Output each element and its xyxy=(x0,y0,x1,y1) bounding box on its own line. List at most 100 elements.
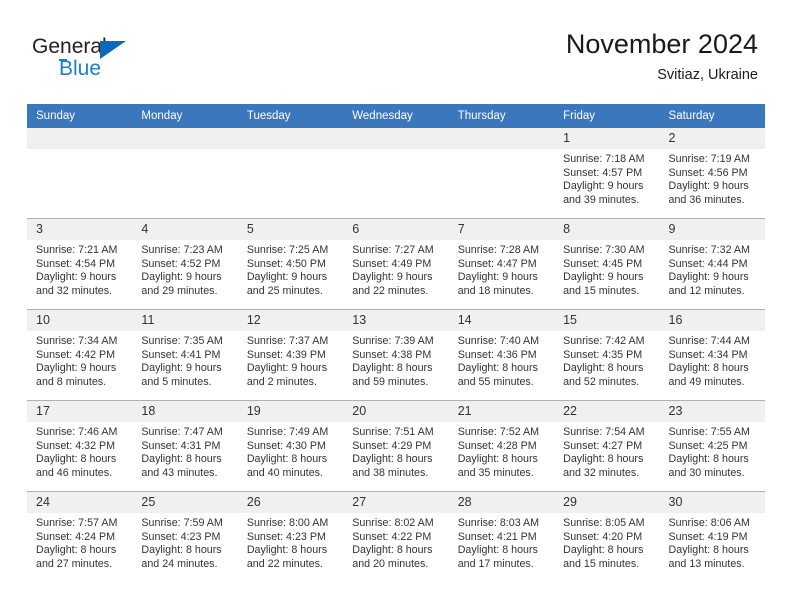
calendar-day-cell[interactable]: 7 Sunrise: 7:28 AM Sunset: 4:47 PM Daylight… xyxy=(448,218,555,310)
daylight-text-line2: and 29 minutes. xyxy=(141,284,218,297)
daylight-text-line1: Daylight: 9 hours xyxy=(563,180,644,193)
calendar-day-cell[interactable]: 1 Sunrise: 7:18 AM Sunset: 4:57 PM Daylight… xyxy=(554,128,660,219)
day-details: Sunrise: 7:35 AM Sunset: 4:41 PM Daylight:… xyxy=(132,331,237,389)
day-number xyxy=(237,128,344,149)
sunrise-text: Sunrise: 7:59 AM xyxy=(141,517,223,529)
calendar-day-cell[interactable]: 18 Sunrise: 7:47 AM Sunset: 4:31 PM Dayligh… xyxy=(132,400,238,492)
calendar-day-cell[interactable]: 25 Sunrise: 7:59 AM Sunset: 4:23 PM Dayligh… xyxy=(132,491,238,582)
daylight-text-line1: Daylight: 9 hours xyxy=(141,362,222,375)
calendar-day-cell[interactable]: 23 Sunrise: 7:55 AM Sunset: 4:25 PM Dayligh… xyxy=(659,400,765,492)
sunset-text: Sunset: 4:31 PM xyxy=(141,439,221,452)
sunset-text: Sunset: 4:22 PM xyxy=(352,530,432,543)
day-number: 8 xyxy=(554,219,660,240)
sunset-text: Sunset: 4:20 PM xyxy=(563,530,643,543)
calendar-day-cell[interactable]: 19 Sunrise: 7:49 AM Sunset: 4:30 PM Dayligh… xyxy=(237,400,344,492)
calendar-day-cell[interactable]: 9 Sunrise: 7:32 AM Sunset: 4:44 PM Daylight… xyxy=(659,218,765,310)
daylight-text-line2: and 22 minutes. xyxy=(352,284,429,297)
sunrise-text: Sunrise: 7:55 AM xyxy=(668,426,750,438)
day-number: 13 xyxy=(343,310,449,331)
day-details: Sunrise: 7:40 AM Sunset: 4:36 PM Daylight:… xyxy=(449,331,554,389)
calendar-day-cell[interactable]: 14 Sunrise: 7:40 AM Sunset: 4:36 PM Dayligh… xyxy=(448,309,555,401)
daylight-text-line2: and 32 minutes. xyxy=(563,466,640,479)
day-number: 23 xyxy=(659,401,765,422)
daylight-text-line1: Daylight: 9 hours xyxy=(352,271,433,284)
calendar-day-cell[interactable]: 8 Sunrise: 7:30 AM Sunset: 4:45 PM Daylight… xyxy=(554,218,660,310)
calendar-day-cell[interactable]: 21 Sunrise: 7:52 AM Sunset: 4:28 PM Dayligh… xyxy=(448,400,555,492)
daylight-text-line2: and 8 minutes. xyxy=(36,375,107,388)
daylight-text-line1: Daylight: 9 hours xyxy=(246,362,328,375)
sunset-text: Sunset: 4:36 PM xyxy=(457,348,537,361)
sunset-text: Sunset: 4:42 PM xyxy=(36,348,116,361)
calendar-day-cell[interactable]: 30 Sunrise: 8:06 AM Sunset: 4:19 PM Dayligh… xyxy=(659,491,765,582)
day-number: 6 xyxy=(343,219,449,240)
day-number xyxy=(343,128,449,149)
weekday-header-monday: Monday xyxy=(132,104,238,128)
daylight-text-line1: Daylight: 8 hours xyxy=(457,453,538,466)
calendar-day-cell[interactable]: 24 Sunrise: 7:57 AM Sunset: 4:24 PM Dayligh… xyxy=(27,491,133,582)
calendar-cell-empty xyxy=(27,128,133,219)
calendar-day-cell[interactable]: 13 Sunrise: 7:39 AM Sunset: 4:38 PM Dayligh… xyxy=(343,309,449,401)
calendar-cell-empty xyxy=(132,128,238,219)
day-details: Sunrise: 7:44 AM Sunset: 4:34 PM Daylight:… xyxy=(660,331,765,389)
daylight-text-line2: and 22 minutes. xyxy=(246,557,323,570)
day-number: 25 xyxy=(132,492,238,513)
calendar-day-cell[interactable]: 6 Sunrise: 7:27 AM Sunset: 4:49 PM Daylight… xyxy=(343,218,449,310)
calendar-day-cell[interactable]: 20 Sunrise: 7:51 AM Sunset: 4:29 PM Dayligh… xyxy=(343,400,449,492)
daylight-text-line2: and 13 minutes. xyxy=(668,557,745,570)
calendar-day-cell[interactable]: 17 Sunrise: 7:46 AM Sunset: 4:32 PM Dayligh… xyxy=(27,400,133,492)
sunset-text: Sunset: 4:27 PM xyxy=(563,439,643,452)
daylight-text-line2: and 36 minutes. xyxy=(668,193,745,206)
calendar-day-cell[interactable]: 15 Sunrise: 7:42 AM Sunset: 4:35 PM Dayligh… xyxy=(554,309,660,401)
day-number xyxy=(448,128,555,149)
day-details: Sunrise: 8:05 AM Sunset: 4:20 PM Daylight:… xyxy=(554,513,659,571)
sunrise-text: Sunrise: 7:46 AM xyxy=(36,426,118,438)
daylight-text-line1: Daylight: 8 hours xyxy=(668,362,749,375)
day-details: Sunrise: 7:46 AM Sunset: 4:32 PM Daylight:… xyxy=(27,422,132,480)
sunset-text: Sunset: 4:29 PM xyxy=(352,439,432,452)
logo-text-blue: Blue xyxy=(59,57,102,80)
day-number: 30 xyxy=(659,492,765,513)
day-number: 14 xyxy=(448,310,555,331)
daylight-text-line1: Daylight: 8 hours xyxy=(246,544,328,557)
day-number: 20 xyxy=(343,401,449,422)
calendar-day-cell[interactable]: 29 Sunrise: 8:05 AM Sunset: 4:20 PM Dayligh… xyxy=(554,491,660,582)
day-number: 16 xyxy=(659,310,765,331)
calendar-day-cell[interactable]: 16 Sunrise: 7:44 AM Sunset: 4:34 PM Dayligh… xyxy=(659,309,765,401)
calendar-day-cell[interactable]: 12 Sunrise: 7:37 AM Sunset: 4:39 PM Dayligh… xyxy=(237,309,344,401)
calendar-day-cell[interactable]: 2 Sunrise: 7:19 AM Sunset: 4:56 PM Daylight… xyxy=(659,128,765,219)
day-details: Sunrise: 7:39 AM Sunset: 4:38 PM Daylight:… xyxy=(343,331,448,389)
calendar-day-cell[interactable]: 5 Sunrise: 7:25 AM Sunset: 4:50 PM Daylight… xyxy=(237,218,344,310)
calendar-day-cell[interactable]: 26 Sunrise: 8:00 AM Sunset: 4:23 PM Dayligh… xyxy=(237,491,344,582)
sunset-text: Sunset: 4:54 PM xyxy=(36,257,116,270)
sunrise-text: Sunrise: 8:03 AM xyxy=(457,517,540,529)
general-blue-logo[interactable]: General Blue xyxy=(32,36,232,88)
daylight-text-line2: and 15 minutes. xyxy=(563,284,640,297)
weekday-header-sunday: Sunday xyxy=(27,104,133,128)
sunset-text: Sunset: 4:52 PM xyxy=(141,257,221,270)
daylight-text-line2: and 46 minutes. xyxy=(36,466,113,479)
page-title: November 2024 xyxy=(565,29,758,59)
calendar-cell-empty xyxy=(237,128,344,219)
day-details: Sunrise: 7:57 AM Sunset: 4:24 PM Daylight:… xyxy=(27,513,132,571)
calendar-day-cell[interactable]: 22 Sunrise: 7:54 AM Sunset: 4:27 PM Dayligh… xyxy=(554,400,660,492)
daylight-text-line2: and 52 minutes. xyxy=(563,375,640,388)
sunset-text: Sunset: 4:23 PM xyxy=(246,530,326,543)
day-number: 2 xyxy=(659,128,765,149)
calendar-day-cell[interactable]: 11 Sunrise: 7:35 AM Sunset: 4:41 PM Dayligh… xyxy=(132,309,238,401)
calendar-day-cell[interactable]: 3 Sunrise: 7:21 AM Sunset: 4:54 PM Daylight… xyxy=(27,218,133,310)
sunrise-text: Sunrise: 7:25 AM xyxy=(246,244,329,256)
day-details: Sunrise: 8:02 AM Sunset: 4:22 PM Daylight:… xyxy=(343,513,448,571)
day-number: 26 xyxy=(237,492,344,513)
calendar-day-cell[interactable]: 27 Sunrise: 8:02 AM Sunset: 4:22 PM Dayligh… xyxy=(343,491,449,582)
day-details: Sunrise: 8:03 AM Sunset: 4:21 PM Daylight:… xyxy=(449,513,554,571)
day-number xyxy=(132,128,238,149)
day-details: Sunrise: 8:06 AM Sunset: 4:19 PM Daylight:… xyxy=(660,513,765,571)
sunrise-text: Sunrise: 7:21 AM xyxy=(36,244,118,256)
calendar-day-cell[interactable]: 28 Sunrise: 8:03 AM Sunset: 4:21 PM Dayligh… xyxy=(448,491,555,582)
calendar-cell-empty xyxy=(448,128,555,219)
day-number: 10 xyxy=(27,310,133,331)
calendar-day-cell[interactable]: 10 Sunrise: 7:34 AM Sunset: 4:42 PM Dayligh… xyxy=(27,309,133,401)
calendar-day-cell[interactable]: 4 Sunrise: 7:23 AM Sunset: 4:52 PM Daylight… xyxy=(132,218,238,310)
day-number: 28 xyxy=(448,492,555,513)
sunrise-text: Sunrise: 7:18 AM xyxy=(563,153,645,165)
